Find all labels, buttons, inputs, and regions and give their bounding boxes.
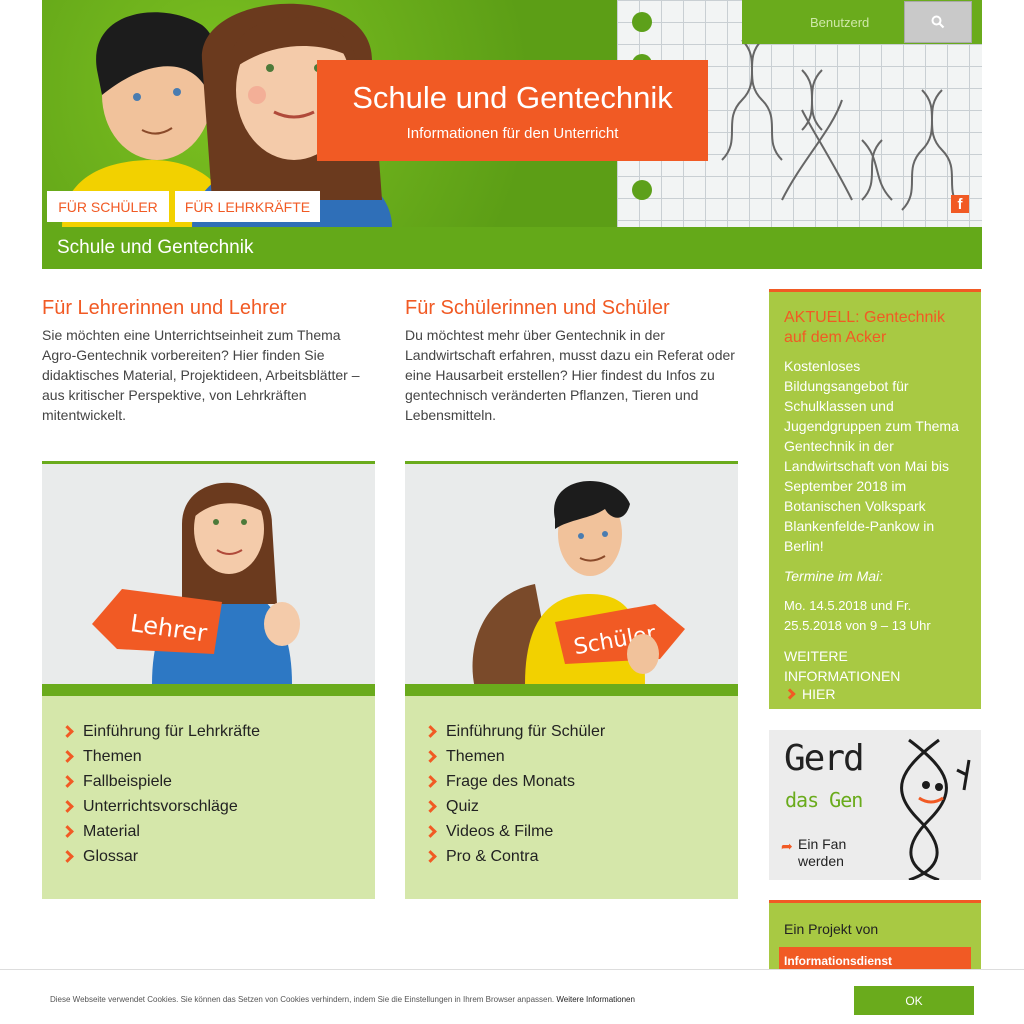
cookie-text: Diese Webseite verwendet Cookies. Sie kö…: [50, 995, 635, 1004]
chevron-right-icon: [61, 725, 74, 738]
breadcrumb-bar: Schule und Gentechnik: [42, 227, 982, 269]
link-label[interactable]: Quiz: [446, 794, 479, 819]
nav-fuer-schueler-button[interactable]: FÜR SCHÜLER: [47, 191, 169, 222]
site-subtitle: Informationen für den Unterricht: [406, 125, 619, 142]
site-header: Schule und Gentechnik Informationen für …: [42, 0, 982, 227]
gerd-subtitle: das Gen: [785, 788, 863, 812]
link-label[interactable]: Themen: [83, 744, 142, 769]
site-title[interactable]: Schule und Gentechnik: [317, 80, 708, 116]
chevron-right-icon: [61, 825, 74, 838]
list-item[interactable]: Quiz: [424, 794, 738, 819]
student-illustration: Schüler: [472, 481, 685, 689]
list-item[interactable]: Material: [61, 819, 375, 844]
teachers-column: Für Lehrerinnen und Lehrer Sie möchten e…: [42, 295, 375, 899]
link-label[interactable]: Unterrichtsvorschläge: [83, 794, 238, 819]
news-text: Kostenloses Bildungsangebot für Schulkla…: [784, 358, 959, 554]
list-item[interactable]: Frage des Monats: [424, 769, 738, 794]
here-label[interactable]: HIER: [802, 686, 835, 702]
link-label[interactable]: Einführung für Lehrkräfte: [83, 719, 260, 744]
cookie-info-link[interactable]: Weitere Informationen: [556, 995, 635, 1004]
list-item[interactable]: Pro & Contra: [424, 844, 738, 869]
students-intro: Du möchtest mehr über Gentechnik in der …: [405, 327, 735, 423]
list-item[interactable]: Glossar: [61, 844, 375, 869]
list-item[interactable]: Fallbeispiele: [61, 769, 375, 794]
chevron-right-icon: [61, 775, 74, 788]
list-item[interactable]: Themen: [61, 744, 375, 769]
teacher-illustration: Lehrer: [92, 482, 300, 684]
list-item[interactable]: Unterrichtsvorschläge: [61, 794, 375, 819]
gerd-mascot: [900, 738, 971, 880]
breadcrumb-title: Schule und Gentechnik: [57, 237, 254, 258]
cookie-banner: Diese Webseite verwendet Cookies. Sie kö…: [0, 969, 1024, 1024]
image-strip: [405, 684, 738, 696]
teachers-link-list: Einführung für Lehrkräfte Themen Fallbei…: [42, 696, 375, 899]
chevron-right-icon: [424, 800, 437, 813]
chevron-right-icon: [424, 850, 437, 863]
fan-label[interactable]: Ein Fan werden: [798, 836, 848, 870]
teachers-heading[interactable]: Für Lehrerinnen und Lehrer: [42, 295, 375, 321]
chevron-right-icon: [61, 800, 74, 813]
search-icon: [931, 15, 945, 29]
students-column: Für Schülerinnen und Schüler Du möchtest…: [405, 295, 738, 899]
link-label[interactable]: Pro & Contra: [446, 844, 538, 869]
list-item[interactable]: Einführung für Schüler: [424, 719, 738, 744]
search-input[interactable]: [742, 0, 904, 44]
list-item[interactable]: Videos & Filme: [424, 819, 738, 844]
image-strip: [42, 684, 375, 696]
project-box: Ein Projekt von Informationsdienst: [769, 900, 981, 980]
news-here-link[interactable]: HIER: [784, 686, 967, 702]
link-label[interactable]: Glossar: [83, 844, 138, 869]
news-more-link[interactable]: WEITERE INFORMATIONEN: [784, 646, 967, 686]
link-label[interactable]: Fallbeispiele: [83, 769, 172, 794]
link-label[interactable]: Videos & Filme: [446, 819, 553, 844]
cookie-message: Diese Webseite verwendet Cookies. Sie kö…: [50, 995, 555, 1004]
link-label[interactable]: Frage des Monats: [446, 769, 575, 794]
chevron-right-icon: [61, 850, 74, 863]
chevron-right-icon: [61, 750, 74, 763]
students-image[interactable]: Schüler: [405, 461, 738, 696]
link-label[interactable]: Einführung für Schüler: [446, 719, 605, 744]
teachers-image[interactable]: Lehrer: [42, 461, 375, 696]
search-button[interactable]: [904, 1, 972, 43]
chevron-right-icon: [424, 825, 437, 838]
news-dates: Mo. 14.5.2018 und Fr. 25.5.2018 von 9 – …: [784, 598, 931, 633]
gerd-title: Gerd: [784, 738, 865, 779]
chevron-right-icon: [784, 688, 796, 700]
teachers-intro: Sie möchten eine Unterrichtseinheit zum …: [42, 327, 360, 423]
chevron-right-icon: [424, 725, 437, 738]
project-label: Ein Projekt von: [784, 921, 879, 937]
share-arrow-icon: ➦: [781, 838, 793, 854]
chevron-right-icon: [424, 750, 437, 763]
list-item[interactable]: Themen: [424, 744, 738, 769]
become-fan-link[interactable]: Ein Fan werden: [798, 836, 848, 870]
link-label[interactable]: Themen: [446, 744, 505, 769]
students-heading[interactable]: Für Schülerinnen und Schüler: [405, 295, 738, 321]
students-link-list: Einführung für Schüler Themen Frage des …: [405, 696, 738, 899]
news-box: AKTUELL: Gentechnik auf dem Acker Kosten…: [769, 289, 981, 709]
list-item[interactable]: Einführung für Lehrkräfte: [61, 719, 375, 744]
nav-fuer-lehrkraefte-button[interactable]: FÜR LEHRKRÄFTE: [175, 191, 320, 222]
site-title-box: Schule und Gentechnik Informationen für …: [317, 60, 708, 161]
link-label[interactable]: Material: [83, 819, 140, 844]
chevron-right-icon: [424, 775, 437, 788]
facebook-icon[interactable]: f: [951, 195, 969, 213]
cookie-ok-button[interactable]: OK: [854, 986, 974, 1015]
news-title[interactable]: AKTUELL: Gentechnik auf dem Acker: [784, 308, 967, 348]
search-bar: [742, 0, 982, 44]
gerd-das-gen-banner[interactable]: Gerd das Gen ➦ Ein Fan werden: [769, 730, 981, 880]
news-subtitle: Termine im Mai:: [784, 568, 884, 584]
